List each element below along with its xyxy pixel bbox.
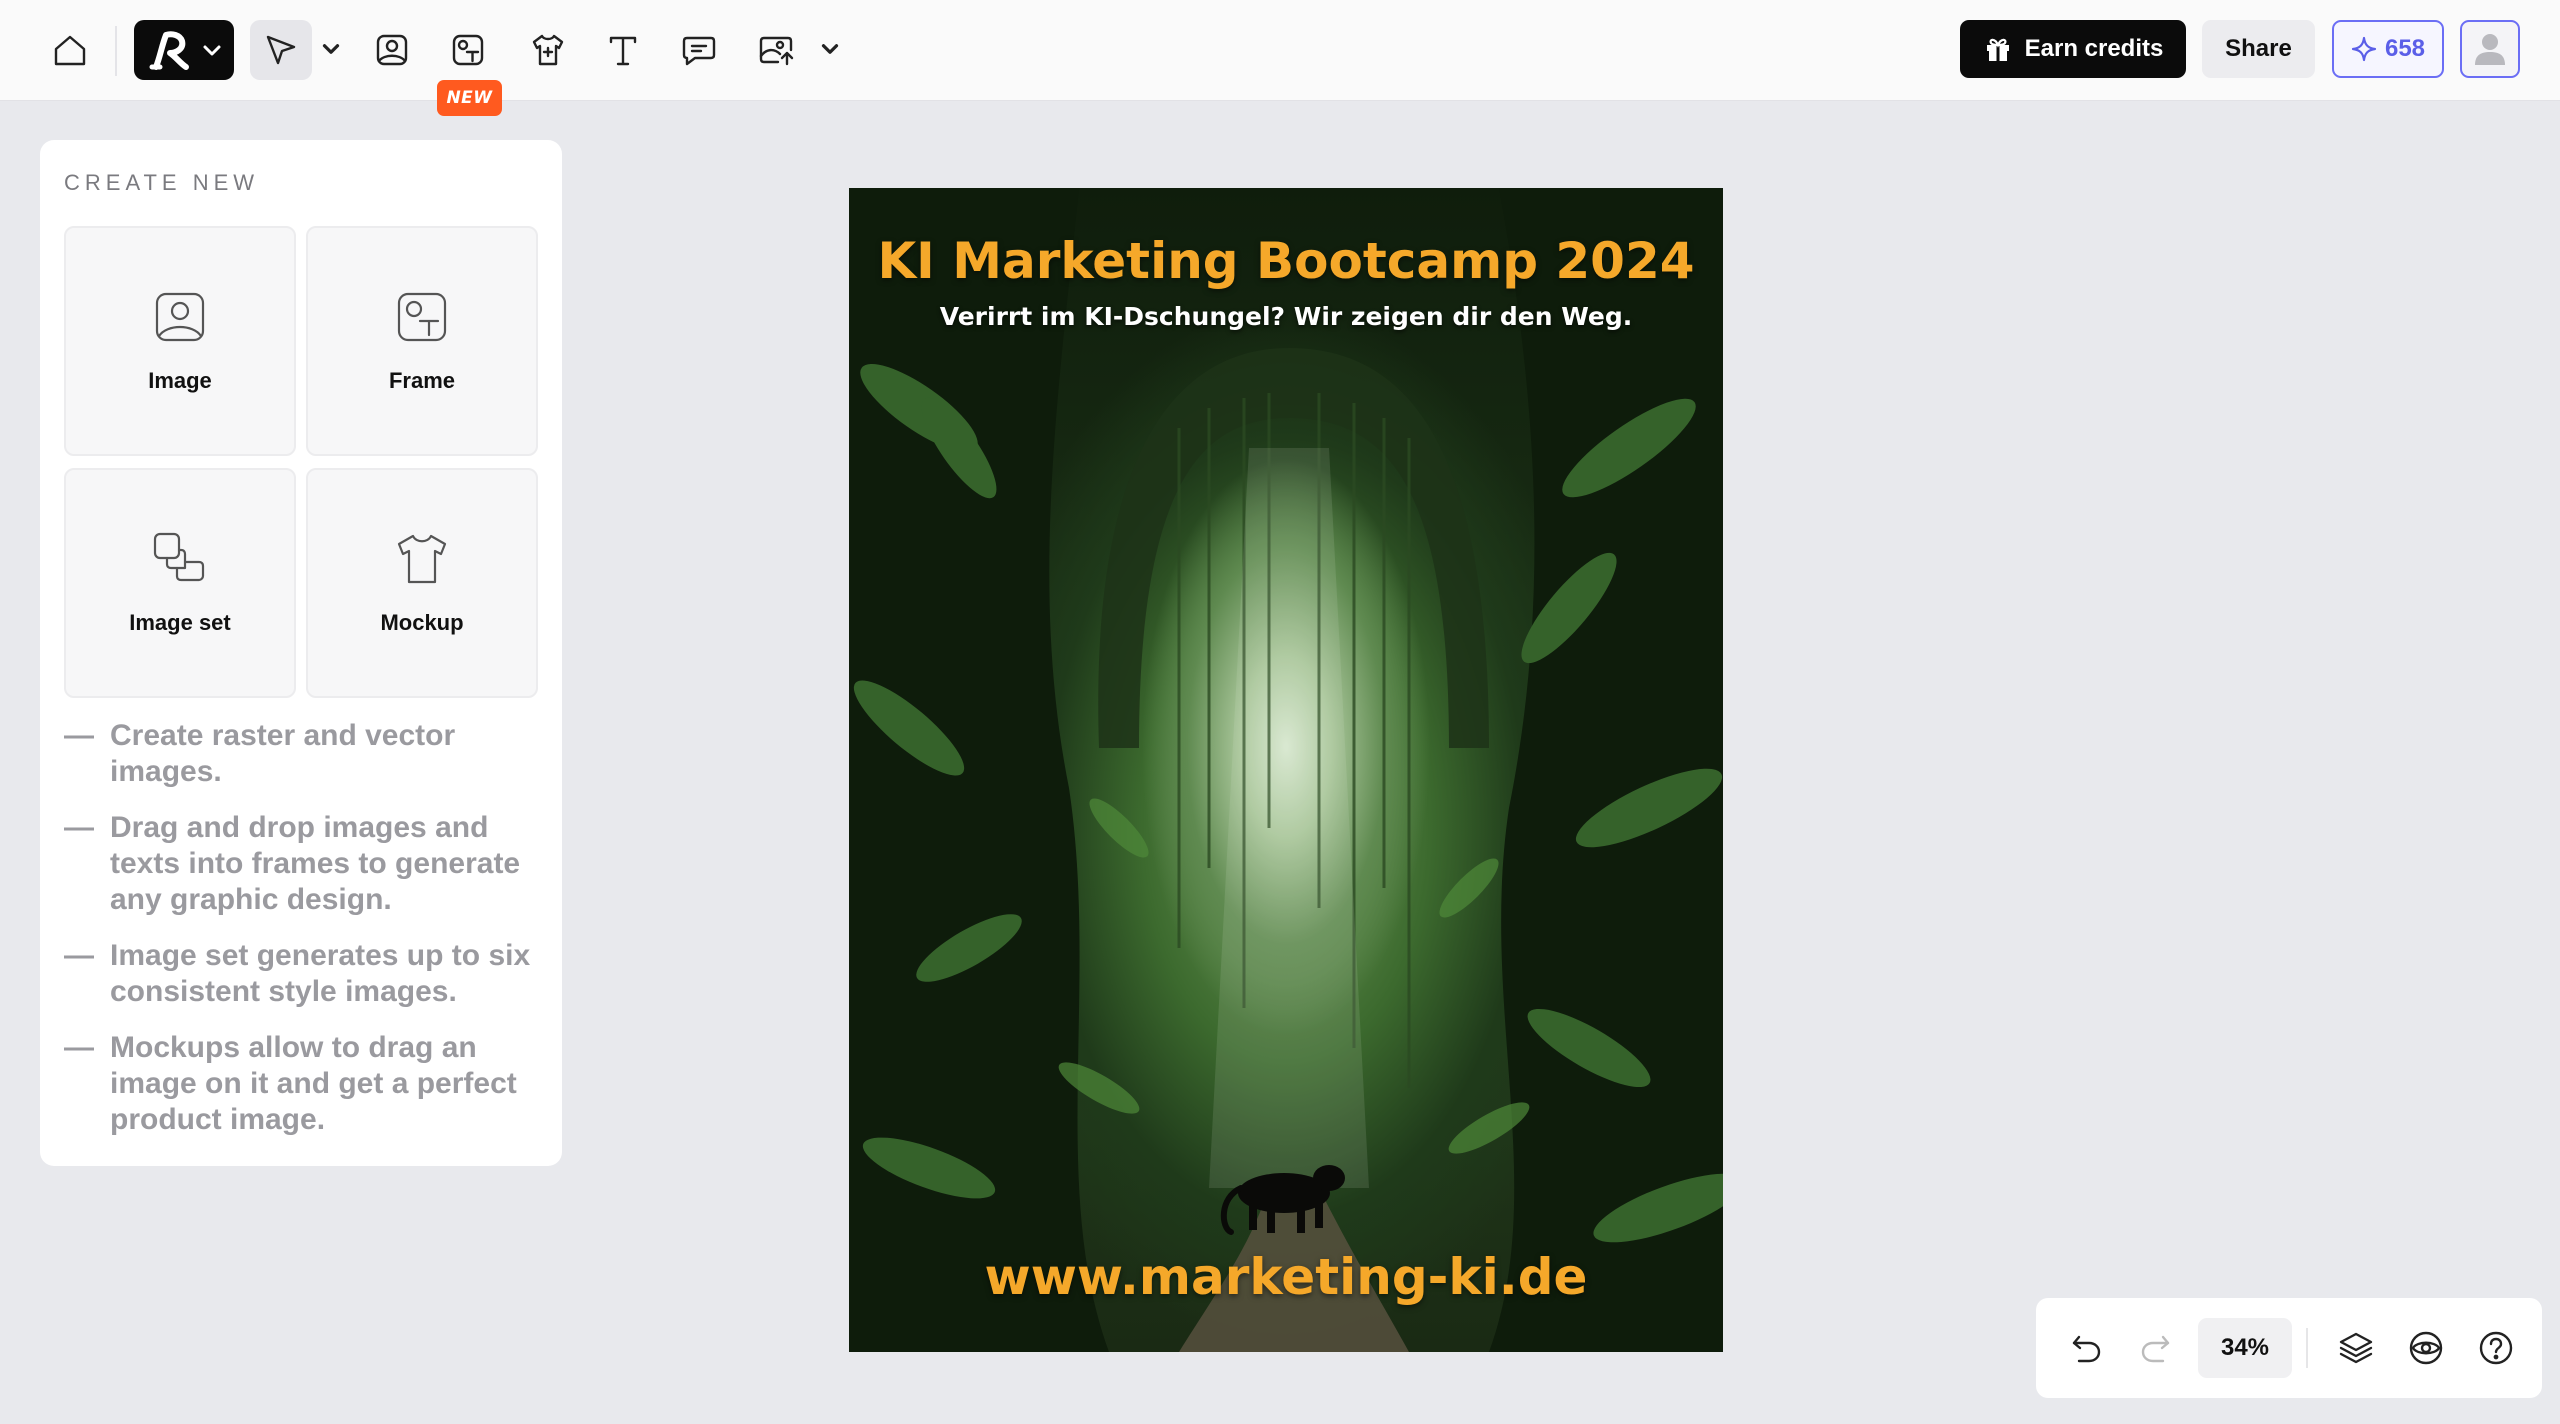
- earn-credits-label: Earn credits: [2024, 35, 2164, 62]
- image-icon: [376, 34, 408, 66]
- redo-button[interactable]: [2134, 1326, 2178, 1370]
- image-set-icon: [153, 532, 205, 582]
- upload-tool-button[interactable]: [746, 20, 806, 80]
- layers-button[interactable]: [2334, 1326, 2378, 1370]
- home-icon[interactable]: [40, 20, 100, 80]
- tip-item: — Create raster and vector images.: [64, 719, 456, 788]
- sparkle-icon: [2351, 36, 2377, 62]
- frame-icon: [452, 34, 484, 66]
- cursor-icon: [266, 35, 296, 65]
- poster-artboard[interactable]: KI Marketing Bootcamp 2024 Verirrt im KI…: [849, 188, 1723, 1352]
- comment-tool-button[interactable]: [669, 20, 729, 80]
- image-tool-button[interactable]: [362, 20, 422, 80]
- user-avatar-button[interactable]: [2460, 20, 2520, 78]
- user-icon: [2475, 34, 2505, 65]
- tip-item: — Drag and drop images and texts into fra…: [64, 811, 521, 916]
- canvas-controls: 34%: [2036, 1298, 2542, 1398]
- tile-label: Mockup: [380, 610, 464, 635]
- poster-subtitle[interactable]: Verirrt im KI-Dschungel? Wir zeigen dir …: [849, 302, 1723, 331]
- new-badge: NEW: [437, 80, 502, 116]
- tshirt-icon: [532, 34, 564, 66]
- create-image-tile[interactable]: Image: [64, 226, 296, 456]
- earn-credits-button[interactable]: Earn credits: [1960, 20, 2186, 78]
- tip-item: — Image set generates up to six consisten…: [64, 939, 531, 1008]
- poster-title[interactable]: KI Marketing Bootcamp 2024: [849, 232, 1723, 290]
- gift-icon: [1986, 38, 2009, 61]
- tile-label: Image: [148, 368, 212, 393]
- create-new-panel: CREATE NEW Image Frame Image set Mockup …: [40, 140, 562, 1166]
- tshirt-icon: [397, 534, 447, 584]
- comment-icon: [682, 36, 716, 66]
- jungle-illustration: [849, 188, 1723, 1352]
- credits-button[interactable]: 658: [2332, 20, 2444, 78]
- panel-title: CREATE NEW: [64, 170, 260, 195]
- image-icon: [155, 292, 205, 342]
- credits-count: 658: [2384, 35, 2426, 62]
- controls-divider: [2306, 1328, 2308, 1368]
- layers-icon: [2339, 1332, 2373, 1364]
- logo-menu-button[interactable]: [134, 20, 234, 80]
- frame-icon: [397, 292, 447, 342]
- create-mockup-tile[interactable]: Mockup: [306, 468, 538, 698]
- preview-button[interactable]: [2404, 1326, 2448, 1370]
- tips-list: — Create raster and vector images. — Drag …: [64, 718, 544, 1158]
- upload-image-icon: [759, 36, 794, 66]
- top-toolbar: NEW Earn credits Share 658: [0, 0, 2560, 116]
- text-tool-button[interactable]: [593, 20, 653, 80]
- upload-tool-chevron-icon[interactable]: [817, 36, 843, 62]
- mockup-tool-button[interactable]: [518, 20, 578, 80]
- create-image-set-tile[interactable]: Image set: [64, 468, 296, 698]
- toolbar-divider: [115, 26, 117, 76]
- tile-label: Image set: [129, 610, 231, 635]
- poster-url[interactable]: www.marketing-ki.de: [849, 1248, 1723, 1306]
- help-button[interactable]: [2474, 1326, 2518, 1370]
- logo-icon: [149, 31, 189, 70]
- undo-icon: [2072, 1335, 2101, 1363]
- help-icon: [2479, 1331, 2513, 1365]
- select-tool-chevron-icon[interactable]: [318, 36, 344, 62]
- tile-label: Frame: [388, 368, 456, 393]
- select-tool-button[interactable]: [250, 20, 312, 80]
- chevron-down-icon: [200, 38, 224, 62]
- undo-button[interactable]: [2064, 1326, 2108, 1370]
- frame-tool-button[interactable]: [438, 20, 498, 80]
- zoom-level[interactable]: 34%: [2198, 1318, 2292, 1378]
- text-icon: [609, 36, 637, 66]
- create-frame-tile[interactable]: Frame: [306, 226, 538, 456]
- tip-item: — Mockups allow to drag an image on it an…: [64, 1031, 517, 1136]
- redo-icon: [2141, 1335, 2170, 1363]
- share-button[interactable]: Share: [2202, 20, 2315, 78]
- eye-icon: [2409, 1331, 2443, 1365]
